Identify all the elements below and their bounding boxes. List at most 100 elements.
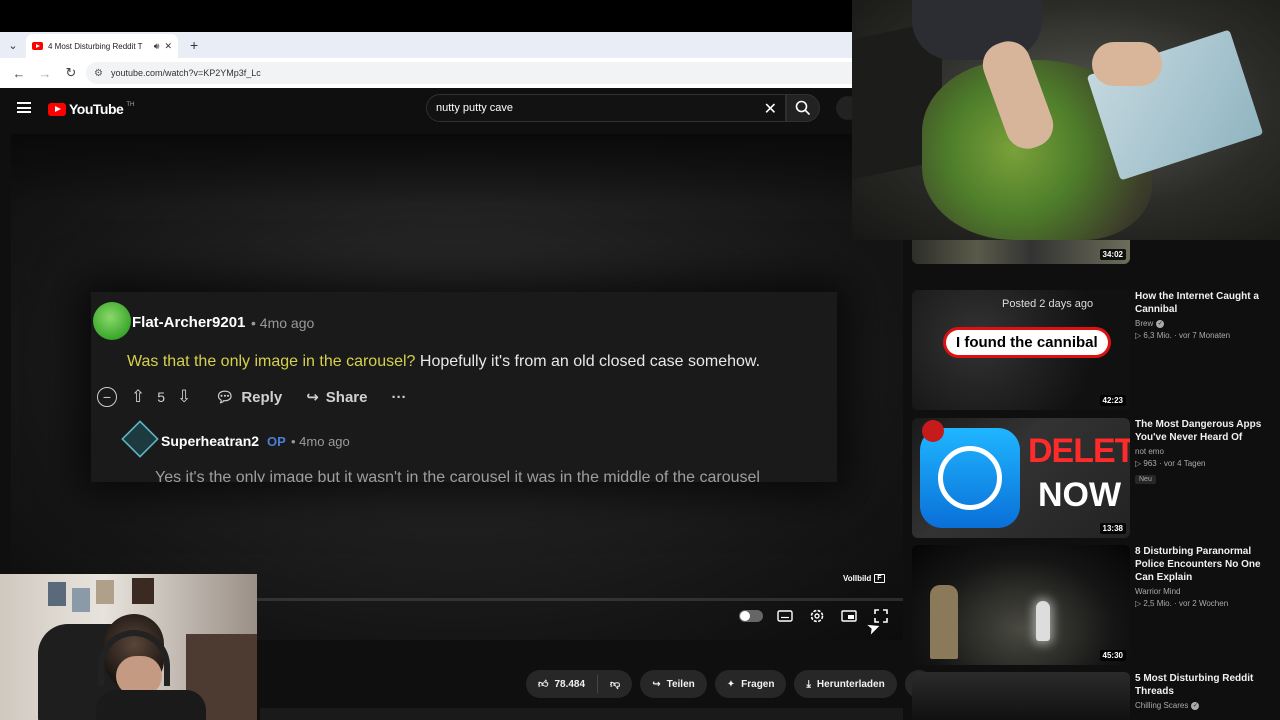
tab-search-chevron-icon[interactable]: ⌄ bbox=[0, 32, 26, 58]
youtube-wordmark: YouTube bbox=[69, 101, 124, 117]
url-text: youtube.com/watch?v=KP2YMp3f_Lc bbox=[110, 68, 261, 78]
download-icon: ⤓ bbox=[806, 678, 811, 690]
reply-avatar bbox=[121, 420, 159, 458]
reply-time: • 4mo ago bbox=[291, 434, 350, 449]
reply-text: Yes it's the only image but it wasn't in… bbox=[155, 469, 760, 482]
video-meta: 5 Most Disturbing Reddit Threads Chillin… bbox=[1135, 672, 1275, 710]
player-top-shade bbox=[11, 134, 903, 204]
download-button-label: Herunterladen bbox=[816, 678, 885, 690]
comment-time: • 4mo ago bbox=[251, 315, 315, 331]
dislike-button[interactable]: 👎︎ bbox=[598, 678, 632, 690]
reply-action: 💬︎ Reply bbox=[215, 388, 282, 407]
video-thumbnail[interactable]: DELETE NOW 13:38 bbox=[912, 418, 1130, 538]
country-code: TH bbox=[126, 102, 135, 108]
reload-icon[interactable]: ↻ bbox=[60, 62, 82, 84]
autoplay-toggle[interactable] bbox=[739, 610, 763, 622]
channel-name-text: Brew bbox=[1135, 319, 1154, 328]
wall-poster bbox=[48, 582, 66, 606]
upvote-icon: ⇧ bbox=[131, 387, 146, 406]
youtube-header: YouTube TH nutty putty cave ✕ bbox=[0, 88, 860, 128]
channel-name[interactable]: not emo bbox=[1135, 447, 1275, 456]
video-meta: How the Internet Caught a Cannibal Brew ✓… bbox=[1135, 290, 1275, 340]
reddit-comment-card: Flat-Archer9201 • 4mo ago Was that the o… bbox=[91, 292, 837, 482]
youtube-logo[interactable]: YouTube TH bbox=[48, 101, 134, 117]
tooltip-label: Vollbild bbox=[843, 574, 872, 583]
tab-close-icon[interactable]: ✕ bbox=[164, 41, 172, 52]
comment-text-highlight: Was that the only image in the carousel? bbox=[127, 353, 416, 370]
video-title[interactable]: The Most Dangerous Apps You've Never Hea… bbox=[1135, 418, 1275, 444]
share-label: Share bbox=[325, 388, 368, 406]
channel-name[interactable]: Chilling Scares ✓ bbox=[1135, 701, 1275, 710]
new-badge: Neu bbox=[1135, 475, 1156, 484]
ask-button-label: Fragen bbox=[741, 678, 775, 690]
video-title[interactable]: 8 Disturbing Paranormal Police Encounter… bbox=[1135, 545, 1275, 584]
more-options: ··· bbox=[391, 388, 407, 406]
browser-tab-active[interactable]: 4 Most Disturbing Reddit T 🔊︎ ✕ bbox=[26, 34, 178, 58]
subtitles-icon[interactable] bbox=[775, 606, 795, 626]
ask-button[interactable]: ✦ Fragen bbox=[714, 670, 787, 698]
comment-username: Flat-Archer9201 bbox=[132, 314, 246, 331]
video-thumbnail[interactable]: Posted 2 days ago I found the cannibal 4… bbox=[912, 290, 1130, 410]
download-button[interactable]: ⤓ Herunterladen bbox=[794, 670, 897, 698]
channel-name[interactable]: Warrior Mind bbox=[1135, 587, 1275, 596]
recommendations-sidebar: 34:02 Posted 2 days ago I found the cann… bbox=[912, 218, 1280, 720]
settings-gear-icon[interactable] bbox=[807, 606, 827, 626]
back-arrow-icon[interactable]: ← bbox=[8, 62, 30, 84]
tooltip-key: F bbox=[874, 574, 885, 583]
thumb-caption: I found the cannibal bbox=[946, 330, 1108, 355]
verified-check-icon: ✓ bbox=[1191, 701, 1200, 710]
video-thumbnail[interactable]: 45:30 bbox=[912, 545, 1130, 665]
share-button-label: Teilen bbox=[666, 678, 695, 690]
fullscreen-tooltip: Vollbild F bbox=[843, 574, 885, 583]
like-button[interactable]: 👍︎ 78.484 bbox=[526, 675, 599, 693]
video-title[interactable]: How the Internet Caught a Cannibal bbox=[1135, 290, 1275, 316]
browser-tabstrip: ⌄ 4 Most Disturbing Reddit T 🔊︎ ✕ + bbox=[0, 32, 852, 58]
video-duration: 34:02 bbox=[1099, 249, 1126, 260]
reply-username: Superheatran2 bbox=[161, 433, 260, 449]
menu-hamburger-icon[interactable] bbox=[17, 102, 31, 113]
thumb-word-now: NOW bbox=[1038, 476, 1122, 514]
video-player[interactable]: Flat-Archer9201 • 4mo ago Was that the o… bbox=[11, 134, 903, 640]
streamer-shirt bbox=[96, 690, 206, 720]
forward-arrow-icon[interactable]: → bbox=[34, 62, 56, 84]
search-input[interactable]: nutty putty cave ✕ bbox=[426, 94, 786, 122]
search-button[interactable] bbox=[786, 94, 820, 122]
search-query-text: nutty putty cave bbox=[436, 102, 514, 114]
tab-title: 4 Most Disturbing Reddit T bbox=[48, 41, 143, 51]
address-bar[interactable]: ⚙︎ youtube.com/watch?v=KP2YMp3f_Lc bbox=[86, 62, 852, 84]
comment-text: Was that the only image in the carousel?… bbox=[127, 353, 760, 371]
video-title[interactable]: 5 Most Disturbing Reddit Threads bbox=[1135, 672, 1275, 698]
streamer-right-hand bbox=[1092, 42, 1162, 86]
share-button[interactable]: ↪ Teilen bbox=[640, 670, 707, 698]
speaker-icon[interactable]: 🔊︎ bbox=[154, 41, 160, 52]
channel-name[interactable]: Brew ✓ bbox=[1135, 319, 1275, 328]
downvote-icon: ⇩ bbox=[177, 387, 192, 406]
verified-check-icon: ✓ bbox=[1156, 319, 1165, 328]
sparkle-icon: ✦ bbox=[726, 678, 736, 690]
browser-toolbar: ← → ↻ ⚙︎ youtube.com/watch?v=KP2YMp3f_Lc bbox=[0, 58, 852, 88]
wall-poster bbox=[72, 588, 90, 612]
op-tag: OP bbox=[267, 434, 286, 449]
thumb-figure-ghost bbox=[1036, 601, 1050, 641]
video-meta: The Most Dangerous Apps You've Never Hea… bbox=[1135, 418, 1275, 486]
skull-icon bbox=[922, 420, 944, 442]
clear-search-icon[interactable]: ✕ bbox=[764, 99, 777, 119]
thumb-posted-text: Posted 2 days ago bbox=[1002, 298, 1094, 310]
site-info-icon[interactable]: ⚙︎ bbox=[94, 68, 103, 79]
new-tab-plus-icon[interactable]: + bbox=[190, 37, 198, 53]
search-icon bbox=[795, 100, 811, 116]
comment-text-rest: Hopefully it's from an old closed case s… bbox=[415, 353, 761, 370]
video-duration: 13:38 bbox=[1099, 523, 1126, 534]
like-dislike-group: 👍︎ 78.484 👎︎ bbox=[526, 670, 633, 698]
youtube-play-logo-icon bbox=[48, 102, 66, 116]
app-store-icon bbox=[920, 428, 1020, 528]
thumbs-down-icon: 👎︎ bbox=[610, 679, 621, 690]
video-thumbnail[interactable] bbox=[912, 672, 1130, 720]
webcam-overlay-face bbox=[0, 574, 257, 720]
miniplayer-icon[interactable] bbox=[839, 606, 859, 626]
thumbs-up-icon: 👍︎ bbox=[538, 679, 549, 690]
comment-actions: − ⇧ 5 ⇩ 💬︎ Reply ↪ Share ··· bbox=[97, 385, 406, 409]
collapse-thread-icon: − bbox=[97, 387, 117, 407]
wall-poster bbox=[96, 580, 114, 604]
webcam-overlay-hands bbox=[852, 0, 1280, 240]
